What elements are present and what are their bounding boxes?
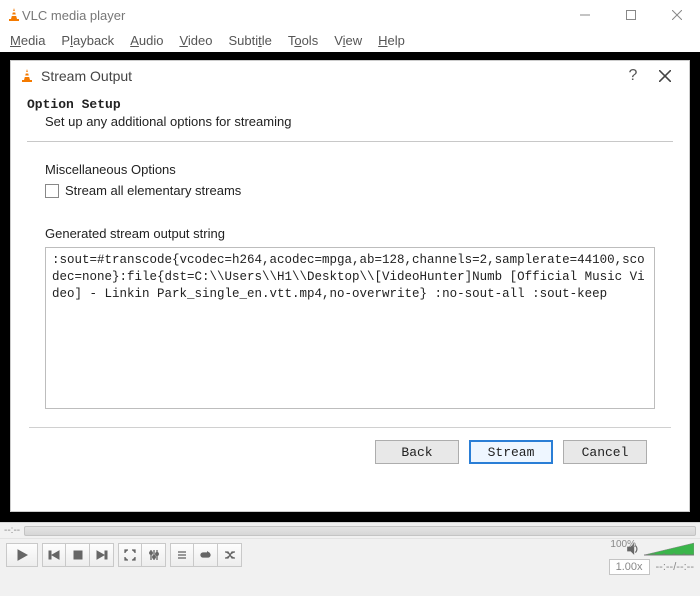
- section-subtitle: Set up any additional options for stream…: [45, 114, 673, 129]
- divider: [27, 141, 673, 142]
- time-display: --:--/--:--: [656, 561, 694, 573]
- generated-string-textarea[interactable]: :sout=#transcode{vcodec=h264,acodec=mpga…: [45, 247, 655, 409]
- volume-percent: 100%: [610, 539, 636, 550]
- stream-all-label: Stream all elementary streams: [65, 183, 241, 198]
- shuffle-button[interactable]: [218, 543, 242, 567]
- dialog-body: Option Setup Set up any additional optio…: [11, 91, 689, 511]
- stream-button[interactable]: Stream: [469, 440, 553, 464]
- menu-help[interactable]: Help: [372, 31, 411, 50]
- dialog-help-button[interactable]: ?: [617, 61, 649, 91]
- generated-string-header: Generated stream output string: [45, 226, 655, 241]
- playlist-button[interactable]: [170, 543, 194, 567]
- previous-button[interactable]: [42, 543, 66, 567]
- menu-view[interactable]: View: [328, 31, 368, 50]
- video-area: Stream Output ? Option Setup Set up any …: [0, 52, 700, 522]
- window-close-button[interactable]: [654, 0, 700, 30]
- loop-button[interactable]: [194, 543, 218, 567]
- dialog-footer: Back Stream Cancel: [29, 427, 671, 478]
- section-title: Option Setup: [27, 97, 673, 112]
- seek-bar-row: --:--: [0, 522, 700, 538]
- misc-options-header: Miscellaneous Options: [45, 162, 655, 177]
- menu-playback[interactable]: Playback: [55, 31, 120, 50]
- menu-media[interactable]: Media: [4, 31, 51, 50]
- stream-output-dialog: Stream Output ? Option Setup Set up any …: [10, 60, 690, 512]
- stream-all-checkbox-row[interactable]: Stream all elementary streams: [45, 183, 655, 198]
- view-button-group: [118, 543, 166, 567]
- nav-button-group: [42, 543, 114, 567]
- play-button[interactable]: [6, 543, 38, 567]
- dialog-close-button[interactable]: [649, 61, 681, 91]
- extended-settings-button[interactable]: [142, 543, 166, 567]
- volume-slider[interactable]: [644, 541, 694, 557]
- player-controls: 100% 1.00x --:--/--:--: [0, 538, 700, 596]
- vlc-cone-icon: [6, 7, 22, 23]
- menu-tools[interactable]: Tools: [282, 31, 324, 50]
- playlist-button-group: [170, 543, 242, 567]
- dialog-title: Stream Output: [41, 68, 617, 84]
- back-button[interactable]: Back: [375, 440, 459, 464]
- menu-audio[interactable]: Audio: [124, 31, 169, 50]
- dialog-titlebar: Stream Output ?: [11, 61, 689, 91]
- playback-rate[interactable]: 1.00x: [609, 559, 650, 575]
- seek-time-left: --:--: [4, 525, 20, 536]
- fullscreen-button[interactable]: [118, 543, 142, 567]
- menu-video[interactable]: Video: [173, 31, 218, 50]
- window-title: VLC media player: [22, 8, 562, 23]
- window-minimize-button[interactable]: [562, 0, 608, 30]
- next-button[interactable]: [90, 543, 114, 567]
- menu-subtitle[interactable]: Subtitle: [222, 31, 277, 50]
- stream-all-checkbox[interactable]: [45, 184, 59, 198]
- window-titlebar: VLC media player: [0, 0, 700, 30]
- menu-bar: Media Playback Audio Video Subtitle Tool…: [0, 30, 700, 52]
- seek-slider[interactable]: [24, 526, 696, 536]
- vlc-cone-icon: [19, 68, 35, 84]
- cancel-button[interactable]: Cancel: [563, 440, 647, 464]
- window-maximize-button[interactable]: [608, 0, 654, 30]
- stop-button[interactable]: [66, 543, 90, 567]
